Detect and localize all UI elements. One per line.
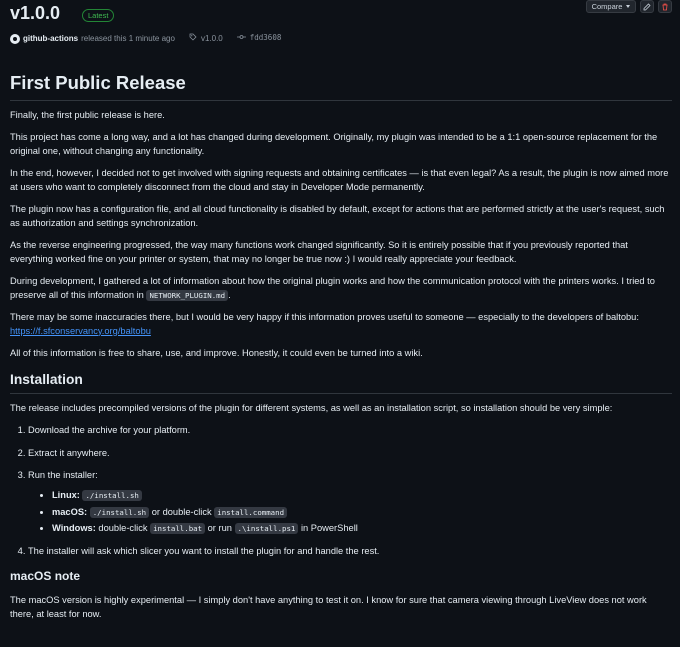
paragraph-intro: Finally, the first public release is her… — [10, 110, 165, 120]
step-slicer: The installer will ask which slicer you … — [28, 545, 672, 558]
protocol-text: During development, I gathered a lot of … — [10, 276, 655, 300]
release-notes: First Public Release Finally, the first … — [10, 70, 672, 630]
trash-icon — [662, 3, 668, 10]
paragraph-license: All of this information is free to share… — [10, 348, 423, 359]
macos-label: macOS: — [52, 506, 88, 517]
step-extract: Extract it anywhere. — [28, 447, 672, 460]
protocol-text-end: . — [228, 289, 231, 300]
platform-macos: macOS: ./install.sh or double-click inst… — [52, 506, 672, 519]
latest-badge: Latest — [82, 9, 115, 22]
windows-pre-text: double-click — [98, 523, 148, 534]
compare-label: Compare — [591, 2, 623, 11]
paragraph-decision: In the end, however, I decided not to ge… — [10, 168, 669, 192]
step-run-text: Run the installer: — [28, 469, 98, 480]
macos-note-heading: macOS note — [10, 569, 81, 584]
pencil-icon — [643, 2, 651, 10]
release-actions: Compare — [586, 0, 672, 13]
network-plugin-code: NETWORK_PLUGIN.md — [146, 289, 229, 301]
macos-command: ./install.sh — [89, 506, 150, 518]
windows-label: Windows: — [52, 523, 96, 534]
paragraph-history: This project has come a long way, and a … — [10, 132, 658, 156]
github-icon — [10, 33, 20, 44]
release-meta: github-actions released this 1 minute ag… — [10, 33, 281, 45]
installation-intro: The release includes precompiled version… — [10, 402, 613, 413]
macos-note-text: The macOS version is highly experimental… — [10, 595, 647, 619]
step-download: Download the archive for your platform. — [28, 424, 672, 437]
release-header: v1.0.0 Latest Compare — [10, 0, 672, 28]
compare-button[interactable]: Compare — [586, 0, 636, 13]
installation-heading: Installation — [10, 370, 672, 394]
macos-command-alt: install.command — [214, 506, 288, 518]
linux-label: Linux: — [52, 490, 80, 501]
release-title: First Public Release — [10, 70, 672, 101]
chevron-down-icon — [626, 5, 631, 8]
platform-windows: Windows: double-click install.bat or run… — [52, 522, 672, 535]
release-version-title[interactable]: v1.0.0 — [10, 2, 60, 24]
inaccuracies-text: There may be some inaccuracies there, bu… — [10, 312, 639, 323]
released-time: released this 1 minute ago — [81, 34, 175, 43]
step-run: Run the installer: Linux: ./install.sh m… — [28, 469, 672, 536]
windows-post-text: in PowerShell — [300, 523, 358, 534]
tag-link[interactable]: v1.0.0 — [201, 33, 223, 45]
linux-command: ./install.sh — [82, 490, 142, 502]
paragraph-protocol: During development, I gathered a lot of … — [10, 275, 672, 302]
paragraph-config: The plugin now has a configuration file,… — [10, 204, 665, 228]
release-author-link[interactable]: github-actions — [23, 33, 78, 45]
commit-link[interactable]: fdd3608 — [250, 33, 282, 44]
platform-linux: Linux: ./install.sh — [52, 489, 672, 502]
windows-command: install.bat — [150, 523, 206, 535]
platform-list: Linux: ./install.sh macOS: ./install.sh … — [28, 489, 672, 535]
windows-command-alt: .\install.ps1 — [234, 523, 299, 535]
installation-steps: Download the archive for your platform. … — [10, 424, 672, 558]
baltobu-link[interactable]: https://f.sfconservancy.org/baltobu — [10, 326, 151, 336]
commit-icon — [236, 33, 246, 45]
paragraph-reverse-engineering: As the reverse engineering progressed, t… — [10, 240, 628, 264]
tag-icon — [189, 33, 197, 45]
delete-button[interactable] — [658, 0, 672, 13]
windows-or-text: or run — [207, 523, 232, 534]
edit-button[interactable] — [640, 0, 654, 13]
paragraph-inaccuracies: There may be some inaccuracies there, bu… — [10, 311, 672, 338]
macos-or-text: or double-click — [151, 506, 212, 517]
